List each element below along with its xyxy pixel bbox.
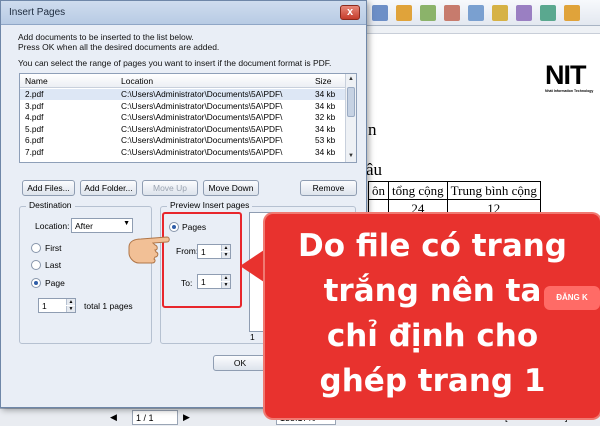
toolbar-tool-icon[interactable]: [492, 5, 508, 21]
location-select[interactable]: After ▼: [71, 218, 133, 233]
file-size: 34 kb: [315, 146, 336, 157]
file-location: C:\Users\Administrator\Documents\5A\PDF\: [121, 123, 283, 134]
table-cell: Trung bình cộng: [446, 181, 541, 200]
toolbar-tool-icon[interactable]: [420, 5, 436, 21]
radio-first-label: First: [45, 243, 62, 253]
file-location: C:\Users\Administrator\Documents\5A\PDF\: [121, 89, 283, 99]
scroll-up-icon[interactable]: ▲: [347, 75, 355, 84]
file-row[interactable]: 4.pdf C:\Users\Administrator\Documents\5A…: [20, 112, 346, 123]
callout-text: Do file có trang trắng nên ta chỉ định c…: [298, 228, 567, 399]
toolbar-tool-icon[interactable]: [468, 5, 484, 21]
file-list[interactable]: Name Location Size 2.pdf C:\Users\Adminis…: [19, 73, 357, 163]
preview-page-number: 1: [250, 332, 255, 342]
column-location[interactable]: Location: [121, 76, 153, 86]
file-name: 2.pdf: [25, 89, 44, 99]
file-row[interactable]: 5.pdf C:\Users\Administrator\Documents\5A…: [20, 124, 346, 135]
file-name: 3.pdf: [25, 100, 44, 111]
file-name: 6.pdf: [25, 135, 44, 145]
ok-button[interactable]: OK: [213, 355, 267, 371]
prev-page-icon[interactable]: ◀: [110, 412, 117, 423]
file-name: 7.pdf: [25, 146, 44, 157]
file-list-scrollbar[interactable]: ▲ ▼: [345, 74, 356, 162]
radio-page-label: Page: [45, 278, 65, 288]
file-size: 34 kb: [315, 89, 336, 99]
pointing-hand-icon: [128, 236, 170, 264]
callout-tail: [240, 248, 267, 284]
file-size: 53 kb: [315, 135, 336, 145]
scroll-down-icon[interactable]: ▼: [347, 152, 355, 161]
location-select-value: After: [75, 221, 93, 231]
logo-text: NIT: [545, 60, 587, 90]
preview-label: Preview Insert pages: [167, 200, 253, 210]
document-text-fragment: n: [368, 120, 377, 139]
column-size[interactable]: Size: [315, 76, 332, 86]
radio-last-label: Last: [45, 260, 62, 270]
document-table: ôn tổng cộng Trung bình cộng 24 12: [368, 181, 541, 218]
document-text-fragment: âu: [366, 160, 383, 179]
file-size: 34 kb: [315, 123, 336, 134]
file-row[interactable]: 2.pdf C:\Users\Administrator\Documents\5A…: [20, 89, 346, 101]
file-name: 4.pdf: [25, 112, 44, 122]
add-files-button[interactable]: Add Files...: [22, 180, 75, 196]
nit-logo: NIT Nhất Information Technology: [545, 62, 599, 102]
stepper-down-icon[interactable]: ▼: [66, 306, 75, 312]
file-list-header: Name Location Size: [20, 74, 346, 88]
move-down-button[interactable]: Move Down: [203, 180, 259, 196]
dialog-title: Insert Pages: [9, 7, 66, 18]
destination-label: Destination: [26, 200, 75, 210]
table-cell: ôn: [368, 181, 389, 200]
range-hint-text: You can select the range of pages you wa…: [18, 58, 332, 68]
toolbar-tool-icon[interactable]: [516, 5, 532, 21]
toolbar-tool-icon[interactable]: [372, 5, 388, 21]
radio-last[interactable]: [31, 260, 41, 270]
location-label: Location:: [35, 221, 70, 231]
dialog-titlebar[interactable]: Insert Pages x: [1, 1, 366, 25]
page-navigator[interactable]: 1 / 1: [132, 410, 178, 425]
move-up-button[interactable]: Move Up: [142, 180, 198, 196]
file-row[interactable]: 6.pdf C:\Users\Administrator\Documents\5A…: [20, 135, 346, 146]
scroll-thumb[interactable]: [347, 87, 355, 117]
next-page-icon[interactable]: ▶: [183, 412, 190, 423]
document-ruler: [365, 26, 600, 34]
instruction-text: Press OK when all the desired documents …: [18, 42, 220, 52]
file-size: 34 kb: [315, 100, 336, 111]
file-size: 32 kb: [315, 112, 336, 122]
file-row[interactable]: 3.pdf C:\Users\Administrator\Documents\5A…: [20, 101, 346, 112]
annotation-callout: Do file có trang trắng nên ta chỉ định c…: [265, 214, 600, 418]
close-button[interactable]: x: [340, 5, 360, 20]
destination-page-stepper[interactable]: 1 ▲ ▼: [38, 298, 76, 313]
subscribe-badge[interactable]: ĐĂNG K: [544, 286, 600, 310]
file-location: C:\Users\Administrator\Documents\5A\PDF\: [121, 146, 283, 157]
toolbar-tool-icon[interactable]: [564, 5, 580, 21]
column-name[interactable]: Name: [25, 76, 48, 86]
file-location: C:\Users\Administrator\Documents\5A\PDF\: [121, 112, 283, 122]
file-name: 5.pdf: [25, 123, 44, 134]
destination-page-value: 1: [42, 301, 47, 311]
toolbar-tool-icon[interactable]: [396, 5, 412, 21]
toolbar-tool-icon[interactable]: [444, 5, 460, 21]
total-pages-text: total 1 pages: [84, 301, 133, 311]
toolbar-tool-icon[interactable]: [540, 5, 556, 21]
logo-tagline: Nhất Information Technology: [545, 89, 594, 93]
instruction-text: Add documents to be inserted to the list…: [18, 32, 194, 42]
radio-first[interactable]: [31, 243, 41, 253]
stepper-up-icon[interactable]: ▲: [66, 299, 75, 305]
file-location: C:\Users\Administrator\Documents\5A\PDF\: [121, 135, 283, 145]
table-cell: tổng cộng: [388, 181, 448, 200]
file-row[interactable]: 7.pdf C:\Users\Administrator\Documents\5A…: [20, 147, 346, 158]
file-location: C:\Users\Administrator\Documents\5A\PDF\: [121, 100, 283, 111]
radio-page[interactable]: [31, 278, 41, 288]
add-folder-button[interactable]: Add Folder...: [80, 180, 137, 196]
remove-button[interactable]: Remove: [300, 180, 357, 196]
red-highlight-box: [162, 212, 242, 308]
